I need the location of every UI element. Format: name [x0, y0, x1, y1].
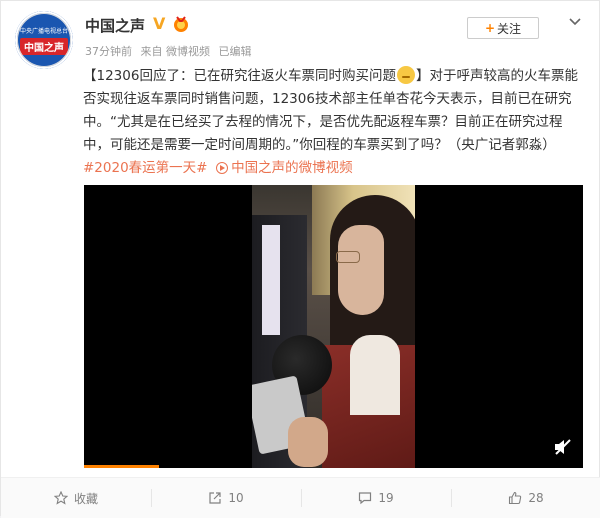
- like-count: 28: [528, 491, 544, 505]
- plus-icon: +: [484, 21, 496, 35]
- follow-label: 关注: [497, 21, 522, 36]
- favorite-button[interactable]: 收藏: [1, 478, 151, 518]
- follow-button[interactable]: + 关注: [467, 17, 539, 39]
- video-player[interactable]: [84, 185, 583, 468]
- weibo-post-card: 中央广播电视总台 中国之声 中国之声 V 37分钟前 来自 微博视频 已编辑 +…: [0, 0, 600, 518]
- action-bar: 收藏 10 19 28: [1, 477, 600, 518]
- account-name[interactable]: 中国之声: [85, 15, 145, 36]
- like-button[interactable]: 28: [451, 478, 600, 518]
- video-progress-bar[interactable]: [84, 465, 159, 468]
- video-link-icon: [216, 162, 229, 174]
- medal-icon: [174, 16, 188, 32]
- hashtag-link[interactable]: #2020春运第一天#: [83, 160, 207, 176]
- comment-count: 19: [378, 491, 394, 505]
- avatar[interactable]: 中央广播电视总台 中国之声: [15, 11, 73, 69]
- comment-icon: [359, 492, 372, 505]
- post-title: 【12306回应了：已在研究往返火车票同时购买问题: [83, 68, 396, 84]
- favorite-label: 收藏: [73, 491, 98, 506]
- post-time[interactable]: 37分钟前: [85, 45, 132, 58]
- star-icon: [53, 491, 68, 505]
- repost-count: 10: [228, 491, 244, 505]
- post-text: 【12306回应了：已在研究往返火车票同时购买问题 】对于呼声较高的火车票能否实现…: [83, 65, 587, 180]
- repost-button[interactable]: 10: [151, 478, 301, 518]
- edited-label: 已编辑: [218, 45, 252, 58]
- comment-button[interactable]: 19: [301, 478, 451, 518]
- post-title-end: 】: [415, 68, 430, 84]
- post-source[interactable]: 来自 微博视频: [141, 45, 211, 58]
- mute-icon[interactable]: [553, 438, 573, 456]
- video-frame: [252, 185, 415, 468]
- post-meta: 37分钟前 来自 微博视频 已编辑: [85, 43, 257, 59]
- chevron-down-icon[interactable]: [567, 13, 583, 29]
- video-source-link[interactable]: 中国之声的微博视频: [231, 160, 353, 176]
- verified-icon: V: [153, 14, 166, 33]
- thumbs-up-icon: [509, 491, 522, 505]
- repost-icon: [209, 492, 221, 504]
- thinking-emoji-icon: [396, 66, 415, 84]
